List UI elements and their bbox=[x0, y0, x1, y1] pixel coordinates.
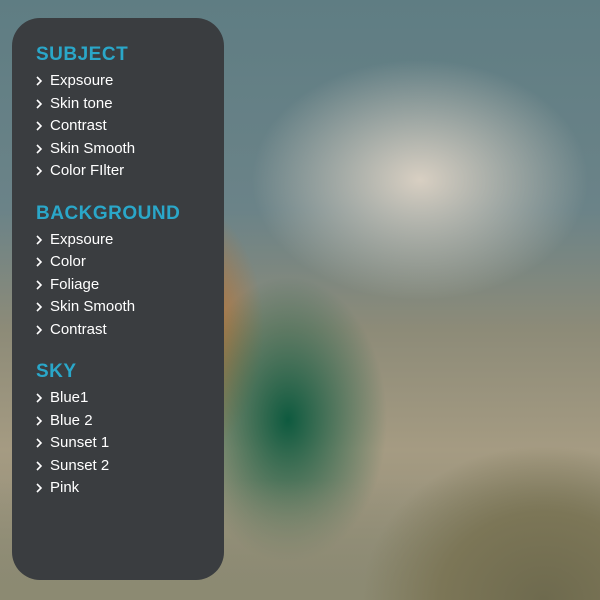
item-label: Contrast bbox=[50, 319, 107, 342]
chevron-right-icon bbox=[36, 302, 46, 312]
section-title-subject: SUBJECT bbox=[36, 44, 214, 66]
item-subject-skin-tone[interactable]: Skin tone bbox=[36, 93, 214, 116]
chevron-right-icon bbox=[36, 416, 46, 426]
section-sky: SKY Blue1 Blue 2 Sunset 1 Sunset 2 Pink bbox=[36, 361, 214, 500]
item-background-exposure[interactable]: Expsoure bbox=[36, 229, 214, 252]
item-label: Skin tone bbox=[50, 93, 113, 116]
chevron-right-icon bbox=[36, 461, 46, 471]
item-label: Color FIlter bbox=[50, 160, 124, 183]
chevron-right-icon bbox=[36, 393, 46, 403]
item-label: Sunset 1 bbox=[50, 432, 109, 455]
item-sky-pink[interactable]: Pink bbox=[36, 477, 214, 500]
chevron-right-icon bbox=[36, 144, 46, 154]
item-background-color[interactable]: Color bbox=[36, 251, 214, 274]
chevron-right-icon bbox=[36, 257, 46, 267]
item-label: Pink bbox=[50, 477, 79, 500]
item-sky-sunset1[interactable]: Sunset 1 bbox=[36, 432, 214, 455]
item-label: Expsoure bbox=[50, 229, 113, 252]
item-background-foliage[interactable]: Foliage bbox=[36, 274, 214, 297]
item-label: Blue 2 bbox=[50, 410, 93, 433]
item-label: Foliage bbox=[50, 274, 99, 297]
settings-panel: SUBJECT Expsoure Skin tone Contrast Skin… bbox=[12, 18, 224, 580]
item-background-skin-smooth[interactable]: Skin Smooth bbox=[36, 296, 214, 319]
item-subject-contrast[interactable]: Contrast bbox=[36, 115, 214, 138]
chevron-right-icon bbox=[36, 121, 46, 131]
chevron-right-icon bbox=[36, 166, 46, 176]
item-subject-exposure[interactable]: Expsoure bbox=[36, 70, 214, 93]
item-label: Blue1 bbox=[50, 387, 88, 410]
chevron-right-icon bbox=[36, 483, 46, 493]
photo-hill bbox=[320, 340, 600, 600]
section-title-sky: SKY bbox=[36, 361, 214, 383]
item-subject-color-filter[interactable]: Color FIlter bbox=[36, 160, 214, 183]
chevron-right-icon bbox=[36, 235, 46, 245]
item-label: Expsoure bbox=[50, 70, 113, 93]
chevron-right-icon bbox=[36, 280, 46, 290]
chevron-right-icon bbox=[36, 325, 46, 335]
item-sky-blue1[interactable]: Blue1 bbox=[36, 387, 214, 410]
item-label: Skin Smooth bbox=[50, 138, 135, 161]
item-label: Skin Smooth bbox=[50, 296, 135, 319]
item-subject-skin-smooth[interactable]: Skin Smooth bbox=[36, 138, 214, 161]
chevron-right-icon bbox=[36, 99, 46, 109]
item-label: Sunset 2 bbox=[50, 455, 109, 478]
item-background-contrast[interactable]: Contrast bbox=[36, 319, 214, 342]
chevron-right-icon bbox=[36, 76, 46, 86]
item-label: Contrast bbox=[50, 115, 107, 138]
section-title-background: BACKGROUND bbox=[36, 203, 214, 225]
chevron-right-icon bbox=[36, 438, 46, 448]
item-label: Color bbox=[50, 251, 86, 274]
section-background: BACKGROUND Expsoure Color Foliage Skin S… bbox=[36, 203, 214, 342]
item-sky-sunset2[interactable]: Sunset 2 bbox=[36, 455, 214, 478]
section-subject: SUBJECT Expsoure Skin tone Contrast Skin… bbox=[36, 44, 214, 183]
item-sky-blue2[interactable]: Blue 2 bbox=[36, 410, 214, 433]
